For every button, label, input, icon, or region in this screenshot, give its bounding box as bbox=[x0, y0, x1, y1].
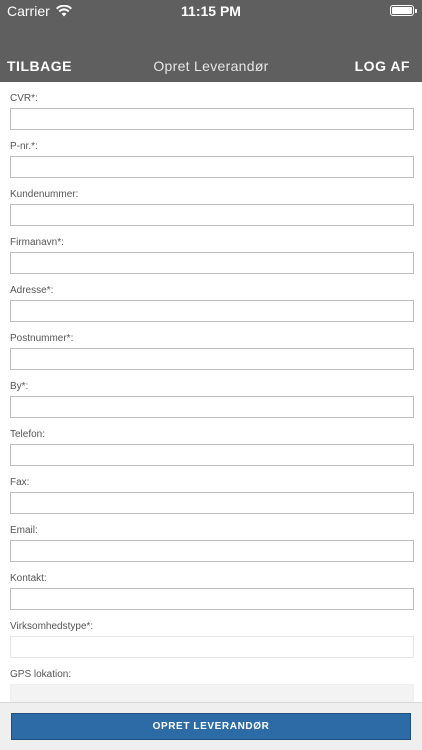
adresse-input[interactable] bbox=[10, 300, 414, 322]
field-label-kundenummer: Kundenummer: bbox=[10, 189, 79, 200]
field-label-cvr: CVR*: bbox=[10, 93, 38, 104]
field-kontakt: Kontakt: bbox=[10, 562, 414, 610]
field-label-firmanavn: Firmanavn*: bbox=[10, 237, 64, 248]
field-label-virksomhedstype: Virksomhedstype*: bbox=[10, 621, 94, 632]
field-virksomhedstype: Virksomhedstype*: bbox=[10, 610, 414, 658]
postnummer-input[interactable] bbox=[10, 348, 414, 370]
field-by: By*: bbox=[10, 370, 414, 418]
field-label-email: Email: bbox=[10, 525, 38, 536]
cvr-input[interactable] bbox=[10, 108, 414, 130]
field-label-by: By*: bbox=[10, 381, 29, 392]
p-nr-input[interactable] bbox=[10, 156, 414, 178]
status-bar: Carrier 11:15 PM bbox=[0, 0, 422, 22]
field-gps-lokation: GPS lokation: bbox=[10, 658, 414, 702]
field-label-fax: Fax: bbox=[10, 477, 30, 488]
bottom-bar: OPRET LEVERANDØR bbox=[0, 702, 422, 750]
nav-bar: TILBAGE Opret Leverandør LOG AF bbox=[0, 22, 422, 82]
fax-input[interactable] bbox=[10, 492, 414, 514]
app-screen: Carrier 11:15 PM TILBAGE Opret Leverandø… bbox=[0, 0, 422, 750]
logout-button[interactable]: LOG AF bbox=[355, 58, 410, 74]
field-firmanavn: Firmanavn*: bbox=[10, 226, 414, 274]
field-p-nr: P-nr.*: bbox=[10, 130, 414, 178]
telefon-input[interactable] bbox=[10, 444, 414, 466]
create-supplier-button[interactable]: OPRET LEVERANDØR bbox=[11, 713, 411, 740]
kundenummer-input[interactable] bbox=[10, 204, 414, 226]
supplier-form: CVR*: P-nr.*: Kundenummer: Firmanavn*: A… bbox=[0, 82, 422, 702]
field-label-gps-lokation: GPS lokation: bbox=[10, 669, 72, 680]
firmanavn-input[interactable] bbox=[10, 252, 414, 274]
field-label-telefon: Telefon: bbox=[10, 429, 46, 440]
field-label-p-nr: P-nr.*: bbox=[10, 141, 38, 152]
virksomhedstype-select[interactable] bbox=[10, 636, 414, 658]
status-time: 11:15 PM bbox=[181, 3, 241, 19]
field-label-kontakt: Kontakt: bbox=[10, 573, 47, 584]
battery-fill bbox=[392, 7, 412, 14]
field-telefon: Telefon: bbox=[10, 418, 414, 466]
field-cvr: CVR*: bbox=[10, 82, 414, 130]
gps-lokation-input[interactable] bbox=[10, 684, 414, 702]
battery-tip bbox=[415, 9, 417, 13]
by-input[interactable] bbox=[10, 396, 414, 418]
field-kundenummer: Kundenummer: bbox=[10, 178, 414, 226]
field-label-postnummer: Postnummer*: bbox=[10, 333, 74, 344]
field-fax: Fax: bbox=[10, 466, 414, 514]
field-adresse: Adresse*: bbox=[10, 274, 414, 322]
kontakt-input[interactable] bbox=[10, 588, 414, 610]
email-input[interactable] bbox=[10, 540, 414, 562]
field-email: Email: bbox=[10, 514, 414, 562]
field-label-adresse: Adresse*: bbox=[10, 285, 54, 296]
field-postnummer: Postnummer*: bbox=[10, 322, 414, 370]
battery-icon bbox=[390, 5, 417, 16]
